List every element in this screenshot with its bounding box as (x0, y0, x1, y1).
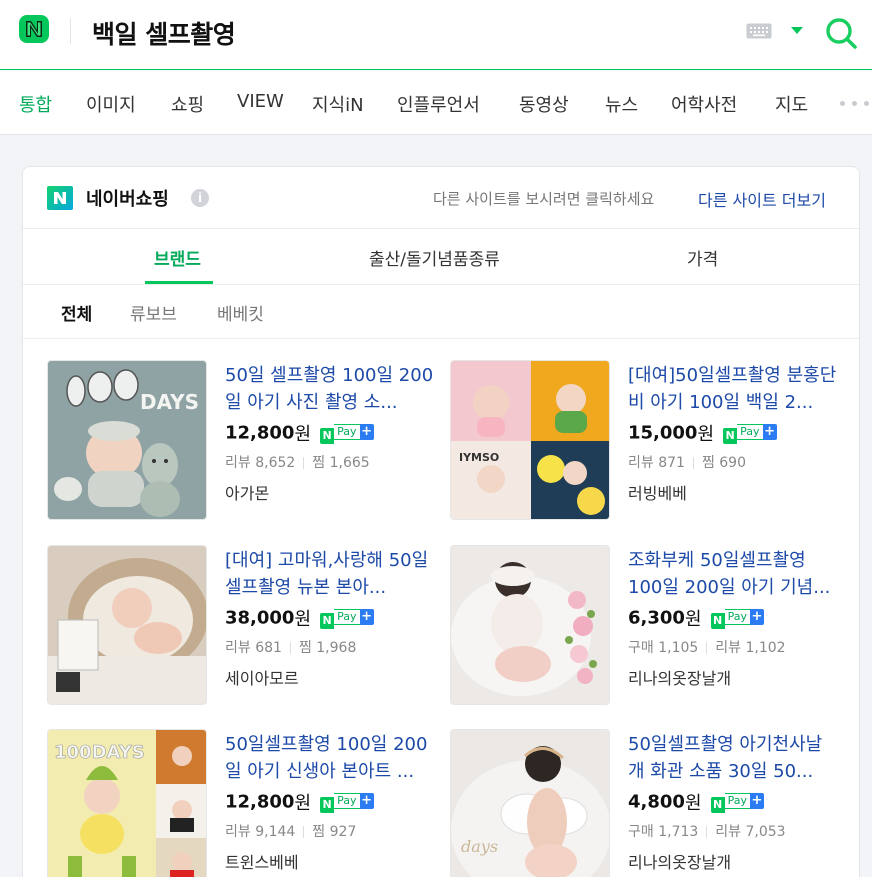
product-price-row: 38,000원 N Pay + (225, 605, 374, 630)
product-title[interactable]: 조화부케 50일셀프촬영 100일 200일 아기 기념... (628, 547, 838, 603)
product-price-row: 12,800원 N Pay + (225, 789, 374, 814)
naver-shopping-logo-icon (47, 186, 73, 210)
product-price-row: 15,000원 N Pay + (628, 420, 777, 445)
product-price-row: 6,300원 N Pay + (628, 605, 764, 630)
keyboard-icon[interactable] (746, 23, 772, 39)
product-item[interactable]: days 50일셀프촬영 아기천사날개 화관 소품 30일 50... 4,80… (450, 729, 850, 877)
search-tab-bar: 통합 이미지 쇼핑 VIEW 지식iN 인플루언서 동영상 뉴스 어학사전 지도 (0, 71, 872, 135)
product-stats: 구매 1,713 리뷰 7,053 (628, 824, 786, 840)
search-icon[interactable] (824, 16, 858, 50)
npay-plus-badge: N Pay + (320, 609, 374, 629)
store-name[interactable]: 아가몬 (225, 480, 269, 504)
npay-plus-badge: N Pay + (710, 793, 764, 813)
product-price: 15,000 (628, 422, 698, 444)
price-unit: 원 (294, 793, 312, 814)
subtab-brand[interactable]: 브랜드 (154, 245, 201, 270)
filter-all[interactable]: 전체 (61, 300, 92, 325)
tab-shopping[interactable]: 쇼핑 (171, 91, 204, 117)
tab-influencer[interactable]: 인플루언서 (397, 91, 480, 117)
product-item[interactable]: IYMSO [대여]50일셀프촬영 분홍단비 아기 100일 백일 2... 1… (450, 360, 850, 525)
tab-kin[interactable]: 지식iN (312, 91, 364, 117)
info-icon[interactable]: i (191, 189, 209, 207)
tab-video[interactable]: 동영상 (519, 91, 569, 117)
shopping-section-title[interactable]: 네이버쇼핑 (86, 185, 169, 211)
filter-bebekit[interactable]: 베베킷 (217, 300, 264, 325)
price-unit: 원 (294, 609, 312, 630)
price-unit: 원 (684, 793, 702, 814)
other-site-link[interactable]: 다른 사이트 더보기 (698, 187, 826, 211)
subtab-category[interactable]: 출산/돌기념품종류 (369, 245, 500, 270)
npay-plus-badge: N Pay + (723, 424, 777, 444)
svg-text:DAYS: DAYS (140, 390, 199, 414)
filter-lyubov[interactable]: 류보브 (130, 300, 177, 325)
search-query-text[interactable]: 백일 셀프촬영 (92, 15, 236, 51)
product-thumbnail[interactable]: IYMSO (450, 360, 610, 520)
naver-shopping-section: 네이버쇼핑 i 다른 사이트를 보시려면 클릭하세요 다른 사이트 더보기 브랜… (22, 166, 860, 877)
product-stats: 리뷰 681 찜 1,968 (225, 640, 357, 656)
brand-filter-bar: 전체 류보브 베베킷 (23, 285, 859, 339)
shopping-section-header: 네이버쇼핑 i 다른 사이트를 보시려면 클릭하세요 다른 사이트 더보기 (23, 167, 859, 229)
product-price: 4,800 (628, 791, 685, 813)
product-price: 12,800 (225, 422, 295, 444)
svg-text:100DAYS: 100DAYS (54, 742, 145, 763)
product-price: 6,300 (628, 607, 685, 629)
store-name[interactable]: 트윈스베베 (225, 849, 299, 873)
product-stats: 리뷰 9,144 찜 927 (225, 824, 357, 840)
product-thumbnail[interactable]: days (450, 729, 610, 877)
product-price-row: 4,800원 N Pay + (628, 789, 764, 814)
store-name[interactable]: 러빙베베 (628, 480, 687, 504)
more-dots-icon[interactable] (840, 101, 872, 107)
product-thumbnail[interactable] (450, 545, 610, 705)
store-name[interactable]: 세이아모르 (225, 665, 299, 689)
product-item[interactable]: [대여] 고마워,사랑해 50일셀프촬영 뉴본 본아... 38,000원 NP… (47, 545, 447, 710)
product-price: 38,000 (225, 607, 295, 629)
tab-dictionary[interactable]: 어학사전 (671, 91, 737, 117)
product-price: 12,800 (225, 791, 295, 813)
product-thumbnail[interactable]: 100DAYS (47, 729, 207, 877)
price-unit: 원 (697, 424, 715, 445)
product-item[interactable]: 100DAYS 50일셀프촬영 100일 200일 아기 신생아 본아트 ...… (47, 729, 447, 877)
price-unit: 원 (684, 609, 702, 630)
header-divider (70, 18, 71, 44)
product-stats: 리뷰 8,652 찜 1,665 (225, 455, 370, 471)
npay-plus-badge: N Pay + (320, 424, 374, 444)
npay-plus-badge: N Pay + (320, 793, 374, 813)
product-title[interactable]: 50일셀프촬영 아기천사날개 화관 소품 30일 50... (628, 731, 838, 787)
store-name[interactable]: 리나의옷장날개 (628, 665, 731, 689)
shopping-subtab-bar: 브랜드 출산/돌기념품종류 가격 (23, 229, 859, 285)
product-item[interactable]: 조화부케 50일셀프촬영 100일 200일 아기 기념... 6,300원 N… (450, 545, 850, 710)
subtab-active-indicator (145, 281, 213, 284)
tab-map[interactable]: 지도 (775, 91, 808, 117)
price-unit: 원 (294, 424, 312, 445)
store-name[interactable]: 리나의옷장날개 (628, 849, 731, 873)
tab-image[interactable]: 이미지 (86, 91, 136, 117)
product-title[interactable]: [대여] 고마워,사랑해 50일셀프촬영 뉴본 본아... (225, 547, 435, 603)
product-stats: 구매 1,105 리뷰 1,102 (628, 640, 786, 656)
tab-news[interactable]: 뉴스 (605, 91, 638, 117)
product-title[interactable]: 50일 셀프촬영 100일 200일 아기 사진 촬영 소... (225, 362, 435, 418)
npay-plus-badge: N Pay + (710, 609, 764, 629)
product-price-row: 12,800원 N Pay + (225, 420, 374, 445)
tab-view[interactable]: VIEW (237, 91, 284, 112)
tab-all[interactable]: 통합 (19, 91, 52, 117)
product-title[interactable]: 50일셀프촬영 100일 200일 아기 신생아 본아트 ... (225, 731, 435, 787)
chevron-down-icon[interactable] (791, 27, 803, 34)
svg-text:IYMSO: IYMSO (459, 451, 499, 464)
product-item[interactable]: DAYS 50일 셀프촬영 100일 200일 아기 사진 촬영 소... 12… (47, 360, 447, 525)
search-header: 백일 셀프촬영 (0, 0, 872, 70)
product-stats: 리뷰 871 찜 690 (628, 455, 746, 471)
svg-text:days: days (461, 837, 498, 856)
subtab-price[interactable]: 가격 (687, 245, 718, 270)
product-title[interactable]: [대여]50일셀프촬영 분홍단비 아기 100일 백일 2... (628, 362, 838, 418)
product-thumbnail[interactable]: DAYS (47, 360, 207, 520)
product-thumbnail[interactable] (47, 545, 207, 705)
other-site-hint: 다른 사이트를 보시려면 클릭하세요 (433, 190, 655, 208)
naver-n-logo[interactable] (18, 14, 50, 44)
